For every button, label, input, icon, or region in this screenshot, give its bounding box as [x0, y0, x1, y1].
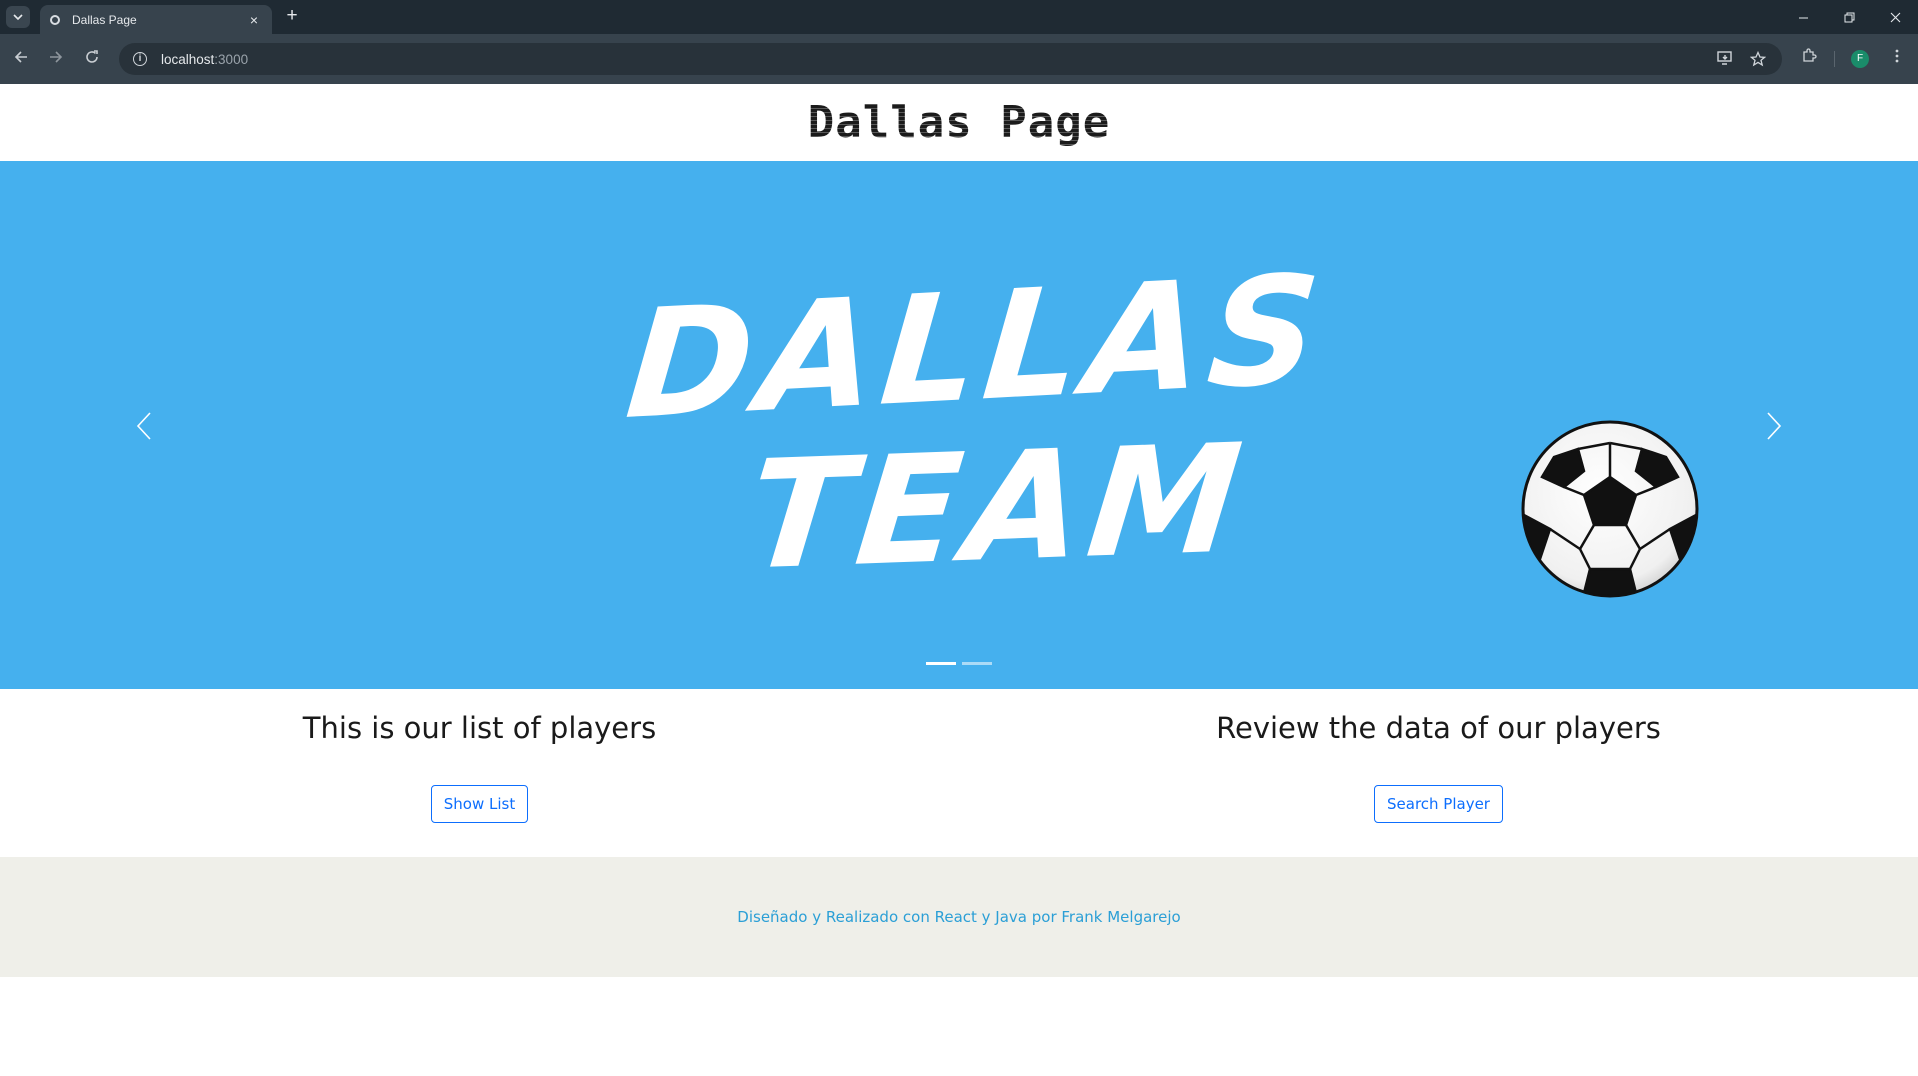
back-button[interactable] — [9, 47, 33, 71]
carousel-next-button[interactable] — [1754, 401, 1794, 451]
browser-toolbar: i localhost:3000 F — [0, 34, 1918, 84]
browser-tab[interactable]: Dallas Page × — [40, 5, 272, 34]
toolbar-divider — [1834, 51, 1835, 67]
page-header: Dallas Page — [0, 84, 1918, 161]
profile-avatar[interactable]: F — [1851, 50, 1869, 68]
hero-team-lettering: DALLAS TEAM — [600, 243, 1380, 641]
chevron-down-icon — [13, 14, 23, 21]
restore-button[interactable] — [1826, 0, 1872, 34]
footer-credit-text: Diseñado y Realizado con React y Java po… — [737, 908, 1181, 926]
player-sections: This is our list of players Show List Re… — [0, 689, 1918, 857]
site-info-icon[interactable]: i — [133, 52, 147, 66]
kebab-menu-icon — [1895, 49, 1899, 63]
reload-icon — [86, 50, 98, 63]
carousel-indicator-1[interactable] — [926, 662, 956, 665]
address-bar[interactable]: i localhost:3000 — [119, 43, 1782, 75]
restore-icon — [1844, 12, 1854, 22]
menu-button[interactable] — [1885, 47, 1909, 71]
minimize-button[interactable] — [1780, 0, 1826, 34]
soccer-ball-image — [1521, 420, 1699, 598]
page-footer: Diseñado y Realizado con React y Java po… — [0, 857, 1918, 977]
browser-titlebar: Dallas Page × + — [0, 0, 1918, 34]
minimize-icon — [1798, 17, 1808, 18]
tab-search-button[interactable] — [6, 6, 30, 28]
page-title: Dallas Page — [807, 97, 1111, 148]
forward-button[interactable] — [44, 47, 68, 71]
players-list-section: This is our list of players Show List — [0, 689, 959, 857]
url-text: localhost:3000 — [161, 51, 249, 67]
arrow-right-icon — [50, 51, 63, 63]
show-list-button[interactable]: Show List — [430, 785, 529, 823]
chevron-left-icon — [136, 412, 151, 440]
arrow-left-icon — [14, 51, 27, 63]
hero-line-2: TEAM — [739, 412, 1255, 604]
carousel-indicators — [0, 662, 1918, 665]
favicon-icon — [50, 14, 60, 25]
puzzle-icon — [1803, 48, 1817, 62]
search-player-button[interactable]: Search Player — [1374, 785, 1503, 823]
player-search-section: Review the data of our players Search Pl… — [959, 689, 1918, 857]
chevron-right-icon — [1767, 412, 1782, 440]
player-search-heading: Review the data of our players — [1216, 711, 1661, 745]
close-icon — [1890, 12, 1900, 22]
players-list-heading: This is our list of players — [302, 711, 657, 745]
tab-title: Dallas Page — [72, 12, 137, 27]
close-window-button[interactable] — [1872, 0, 1918, 34]
hero-carousel: DALLAS TEAM — [0, 161, 1918, 689]
page-viewport: Dallas Page DALLAS TEAM This is our list… — [0, 84, 1918, 1076]
carousel-indicator-2[interactable] — [962, 662, 992, 665]
reload-button[interactable] — [80, 47, 104, 71]
tab-close-icon[interactable]: × — [246, 12, 262, 28]
extensions-button[interactable] — [1797, 47, 1821, 71]
install-app-icon[interactable] — [1716, 51, 1734, 69]
carousel-prev-button[interactable] — [124, 401, 164, 451]
new-tab-button[interactable]: + — [281, 6, 303, 28]
bookmark-star-icon[interactable] — [1749, 50, 1767, 71]
